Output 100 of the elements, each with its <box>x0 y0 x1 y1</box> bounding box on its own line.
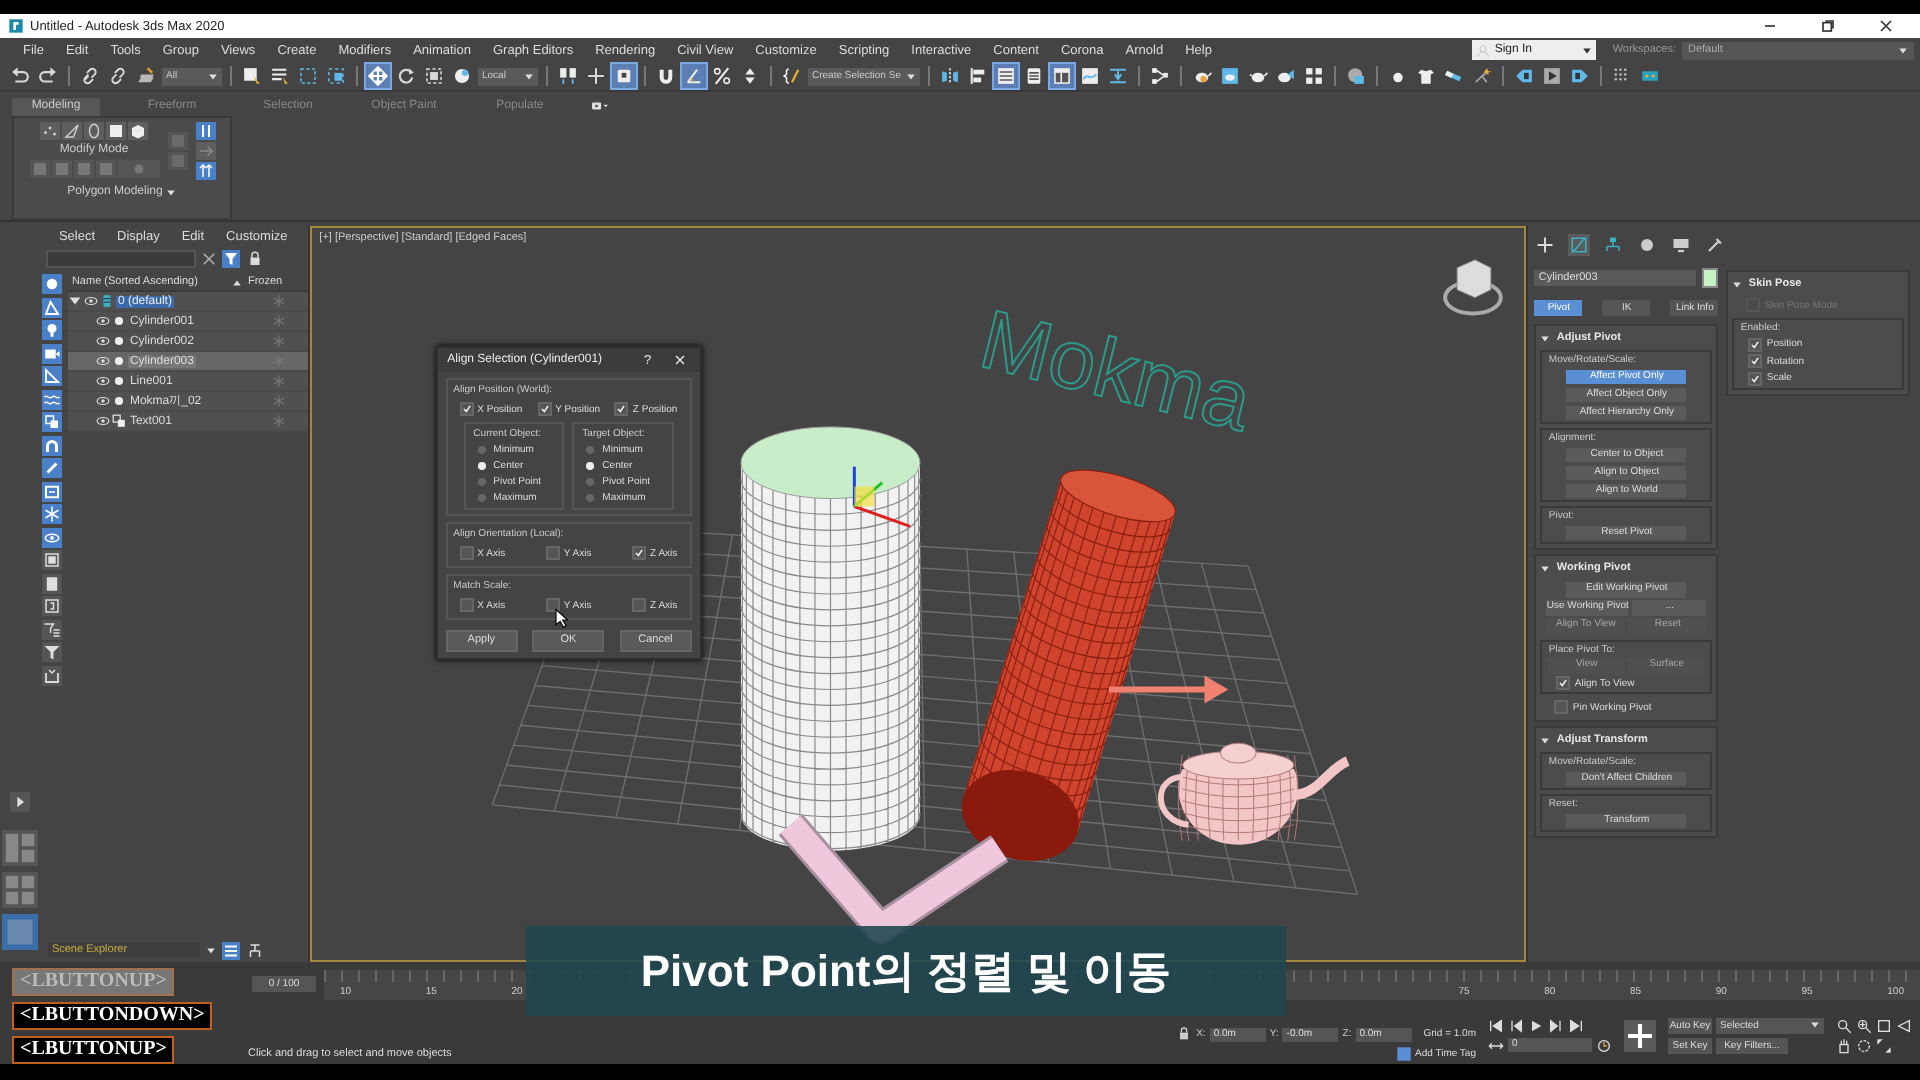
tray-icon[interactable] <box>41 665 62 685</box>
checkbox[interactable] <box>632 598 647 612</box>
hierarchy-icon[interactable] <box>245 941 264 959</box>
dots-icon[interactable] <box>40 122 60 140</box>
cube-icon[interactable] <box>128 122 148 140</box>
collapse-triangle-icon[interactable] <box>1540 735 1551 745</box>
collapse-triangle-icon[interactable] <box>1540 563 1551 573</box>
node-graph-icon[interactable] <box>1148 64 1173 88</box>
previous-frame-icon[interactable] <box>1508 1017 1524 1033</box>
redo-icon[interactable] <box>36 64 60 88</box>
wave-icon[interactable] <box>41 389 62 409</box>
checkbox[interactable] <box>632 546 647 560</box>
eye-icon[interactable] <box>95 354 110 368</box>
eye-icon[interactable] <box>95 334 110 348</box>
axis-arrow-icon[interactable] <box>1108 675 1228 704</box>
checkbox[interactable] <box>1748 354 1763 368</box>
quad-layout-icon[interactable] <box>1 872 38 908</box>
grid-squares-icon[interactable] <box>1302 64 1327 88</box>
radio-button[interactable] <box>477 494 486 502</box>
loop-icon[interactable] <box>84 122 104 140</box>
table-list-icon[interactable] <box>994 64 1019 88</box>
zoom-extents-icon[interactable] <box>1876 1017 1892 1033</box>
radio-button[interactable] <box>586 446 595 454</box>
plus-key-icon[interactable] <box>1624 1019 1656 1051</box>
radio-button[interactable] <box>586 462 595 470</box>
crosshair-icon[interactable] <box>584 64 608 88</box>
checkbox[interactable] <box>459 598 474 612</box>
lock-icon[interactable] <box>245 250 264 268</box>
plus-icon[interactable] <box>1534 233 1557 255</box>
bone-icon[interactable] <box>41 458 62 478</box>
radio-button[interactable] <box>477 446 486 454</box>
single-layout-icon[interactable] <box>1 914 38 950</box>
dropdown-arrow-icon[interactable] <box>205 945 216 955</box>
radio-button[interactable] <box>477 478 486 486</box>
braces-icon[interactable] <box>780 64 804 88</box>
double-arrow-icon[interactable] <box>1488 1037 1504 1053</box>
ruler-icon[interactable] <box>41 366 62 386</box>
pan-hand-icon[interactable] <box>1836 1037 1852 1053</box>
funnel-icon[interactable] <box>41 642 62 662</box>
checkbox[interactable] <box>545 598 560 612</box>
view-cube-icon[interactable] <box>1442 259 1503 316</box>
rotate-icon[interactable] <box>394 64 418 88</box>
play-icon[interactable] <box>1528 1017 1544 1033</box>
eye-icon[interactable] <box>95 374 110 388</box>
left-render-icon[interactable] <box>1512 64 1537 88</box>
cursor-square-icon[interactable] <box>240 64 264 88</box>
checkbox[interactable] <box>1556 676 1571 690</box>
radio-button[interactable] <box>477 462 486 470</box>
move-arrows-icon[interactable] <box>366 64 390 88</box>
camera-icon[interactable] <box>41 343 62 363</box>
spark-icon[interactable] <box>1470 64 1495 88</box>
arch-icon[interactable] <box>41 435 62 455</box>
square-icon[interactable] <box>106 122 126 140</box>
down-arrow-bar-icon[interactable] <box>1106 64 1131 88</box>
eye-icon[interactable] <box>95 394 110 408</box>
eye-icon[interactable] <box>95 414 110 428</box>
zoom-icon[interactable] <box>1836 1017 1852 1033</box>
search-field[interactable] <box>45 250 196 268</box>
curve-square-icon[interactable] <box>1568 233 1591 255</box>
go-to-end-icon[interactable] <box>1568 1017 1584 1033</box>
orbit-icon[interactable] <box>1856 1037 1872 1053</box>
funnel-icon[interactable] <box>221 250 240 268</box>
checkbox[interactable] <box>1554 700 1569 714</box>
selection-lock-icon[interactable] <box>1176 1026 1193 1042</box>
play-frame-icon[interactable] <box>1540 64 1565 88</box>
monitor-icon[interactable] <box>1670 233 1693 255</box>
ribbon-panel-icon[interactable] <box>1050 64 1075 88</box>
keyboard-key-icon[interactable] <box>612 64 636 88</box>
container-icon[interactable] <box>41 481 62 501</box>
close-icon[interactable] <box>671 352 688 368</box>
collapse-triangle-icon[interactable] <box>1732 279 1743 289</box>
expanded-triangle-icon[interactable] <box>67 294 82 308</box>
chain-link-icon[interactable] <box>78 64 102 88</box>
hierarchy-icon[interactable] <box>1602 233 1625 255</box>
layout-icon[interactable] <box>1 830 38 866</box>
teapot-drawing[interactable] <box>1157 742 1350 845</box>
checkbox[interactable] <box>545 546 560 560</box>
funnel-list-icon[interactable] <box>41 619 62 639</box>
mirror-icon[interactable] <box>938 64 963 88</box>
layers-icon[interactable] <box>221 941 240 959</box>
angle-icon[interactable] <box>682 64 706 88</box>
maximize-viewport-icon[interactable] <box>1876 1037 1892 1053</box>
circle-icon[interactable] <box>1636 233 1659 255</box>
collapse-triangle-icon[interactable] <box>1540 333 1551 343</box>
teapot-icon[interactable] <box>1274 64 1299 88</box>
clock-icon[interactable] <box>1596 1037 1612 1053</box>
go-to-start-icon[interactable] <box>1488 1017 1504 1033</box>
checkbox[interactable] <box>614 402 629 416</box>
filled-square-icon[interactable] <box>41 550 62 570</box>
sphere-icon[interactable] <box>41 274 62 294</box>
square-in-bracket-icon[interactable] <box>324 64 348 88</box>
transform-gizmo-icon[interactable] <box>852 466 910 528</box>
curve-window-icon[interactable] <box>1078 64 1103 88</box>
right-render-icon[interactable] <box>1568 64 1593 88</box>
clear-icon[interactable] <box>201 252 216 266</box>
pin-toggle-icon[interactable] <box>195 122 215 140</box>
cylinder-drawing[interactable] <box>739 426 920 852</box>
scale-icon[interactable] <box>422 64 446 88</box>
tag-icon[interactable] <box>1395 1046 1412 1062</box>
globe-window-icon[interactable] <box>1344 64 1369 88</box>
